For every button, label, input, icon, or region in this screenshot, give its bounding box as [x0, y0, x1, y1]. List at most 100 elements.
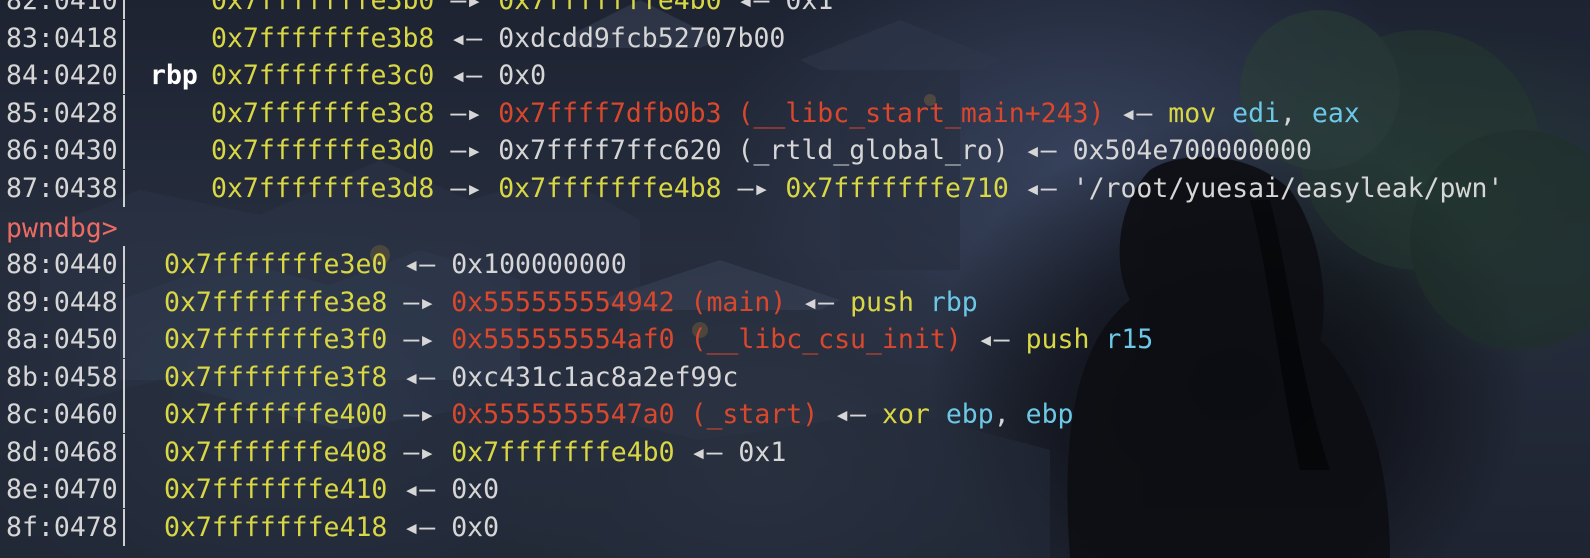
chain-segment: ◂— — [1008, 172, 1073, 204]
pointed-value: 0x0 — [498, 60, 547, 91]
pointed-value: 0x5555555547a0 (_start) — [451, 399, 819, 430]
pointer-arrow: —▸ — [387, 436, 452, 468]
stack-address: 0x7fffffffe418 — [164, 511, 388, 543]
chain-segment: ◂— — [786, 286, 851, 318]
column-separator — [123, 396, 125, 433]
pointer-arrow: ◂— — [387, 361, 452, 393]
pointer-arrow: —▸ — [434, 0, 499, 16]
stack-offset: 88:0440 — [6, 249, 118, 280]
pointed-value: 0x7ffff7ffc620 (_rtld_global_ro) — [498, 135, 1009, 166]
stack-entry: 0x7fffffffe3f8 ◂— 0xc431c1ac8a2ef99c — [164, 359, 738, 396]
stack-entry: 0x7fffffffe408 —▸ 0x7fffffffe4b0 ◂— 0x1 — [164, 434, 786, 471]
stack-address: 0x7fffffffe3c8 — [211, 97, 435, 129]
pointed-value: 0xdcdd9fcb52707b00 — [498, 22, 786, 54]
pointer-arrow: —▸ — [387, 324, 452, 355]
column-separator — [123, 283, 125, 321]
stack-entry: 0x7fffffffe3e0 ◂— 0x100000000 — [164, 246, 627, 283]
chain-segment: 0x7fffffffe710 — [785, 172, 1009, 204]
chain-segment: eax — [1311, 97, 1360, 129]
chain-segment: ◂— — [1104, 97, 1169, 129]
stack-offset: 84:0420 — [6, 60, 118, 91]
stack-address: 0x7fffffffe3b8 — [211, 22, 435, 54]
stack-address: 0x7fffffffe3f8 — [164, 361, 388, 393]
pointer-arrow: —▸ — [434, 97, 499, 129]
column-separator — [123, 132, 125, 169]
stack-offset: 86:0430 — [6, 135, 118, 166]
pointer-arrow: ◂— — [434, 22, 499, 54]
stack-offset: 83:0418 — [6, 22, 118, 54]
chain-segment: , — [1280, 97, 1312, 129]
stack-offset: 8e:0470 — [6, 474, 118, 505]
stack-entry: 0x7fffffffe400 —▸ 0x5555555547a0 (_start… — [164, 396, 1073, 433]
stack-address: 0x7fffffffe3d0 — [211, 135, 435, 166]
pwndbg-prompt-line[interactable]: pwndbg> — [0, 210, 118, 247]
column-separator — [123, 0, 125, 19]
stack-entry: 0x7fffffffe3c8 —▸ 0x7ffff7dfb0b3 (__libc… — [211, 95, 1360, 132]
pointer-arrow: —▸ — [387, 286, 452, 318]
stack-entry: 0x7fffffffe418 ◂— 0x0 — [164, 509, 499, 546]
stack-entry: 0x7fffffffe3b8 ◂— 0xdcdd9fcb52707b00 — [211, 20, 785, 57]
column-separator — [123, 358, 125, 396]
stack-entry: 0x7fffffffe3d8 —▸ 0x7fffffffe4b8 —▸ 0x7f… — [211, 170, 1503, 207]
pointed-value: 0x7ffff7dfb0b3 (__libc_start_main+243) — [498, 97, 1105, 129]
column-separator — [123, 471, 125, 508]
chain-segment: '/root/yuesai/easyleak/pwn' — [1072, 172, 1504, 204]
stack-address: 0x7fffffffe3c0 — [211, 60, 435, 91]
terminal-window[interactable]: 82:0410 0x7fffffffe3b0 —▸ 0x7fffffffe4b0 … — [0, 0, 1590, 558]
pointed-value: 0x0 — [451, 511, 500, 543]
column-separator — [123, 321, 125, 358]
pointer-arrow: —▸ — [387, 399, 452, 430]
stack-offset: 87:0438 — [6, 172, 118, 204]
chain-segment: xor — [881, 399, 946, 430]
register-label: rbp — [150, 60, 198, 91]
stack-offset: 8a:0450 — [6, 324, 118, 355]
stack-entry: 0x7fffffffe3c0 ◂— 0x0 — [211, 57, 546, 94]
stack-address: 0x7fffffffe3e8 — [164, 286, 388, 318]
stack-address: 0x7fffffffe400 — [164, 399, 388, 430]
pointed-value: 0x7fffffffe4b0 — [451, 436, 675, 468]
stack-address: 0x7fffffffe3e0 — [164, 249, 388, 280]
column-separator — [123, 19, 125, 57]
column-separator — [123, 94, 125, 132]
chain-segment: , — [993, 399, 1026, 430]
chain-segment: 0x504e700000000 — [1072, 135, 1312, 166]
pointer-arrow: ◂— — [434, 60, 499, 91]
stack-address: 0x7fffffffe3d8 — [211, 172, 435, 204]
pointer-arrow: —▸ — [434, 172, 499, 204]
chain-segment: ebp — [1025, 399, 1074, 430]
pointed-value: 0x100000000 — [451, 249, 627, 280]
pointer-arrow: —▸ — [434, 135, 499, 166]
stack-entry: 0x7fffffffe3b0 —▸ 0x7fffffffe4b0 ◂— 0x1 — [211, 0, 833, 19]
chain-segment: 0x1 — [785, 0, 834, 16]
chain-segment: push — [850, 286, 930, 318]
stack-entry: 0x7fffffffe3d0 —▸ 0x7ffff7ffc620 (_rtld_… — [211, 132, 1312, 169]
pointer-arrow: ◂— — [387, 249, 452, 280]
stack-offset: 8d:0468 — [6, 436, 118, 468]
stack-offset: 89:0448 — [6, 286, 118, 318]
pointed-value: 0x0 — [451, 474, 500, 505]
stack-offset: 8f:0478 — [6, 511, 118, 543]
column-separator — [123, 246, 125, 283]
stack-entry: 0x7fffffffe3e8 —▸ 0x555555554942 (main) … — [164, 284, 978, 321]
chain-segment: ◂— — [721, 0, 786, 16]
stack-address: 0x7fffffffe3b0 — [211, 0, 435, 16]
stack-entry: 0x7fffffffe3f0 —▸ 0x555555554af0 (__libc… — [164, 321, 1153, 358]
chain-segment: —▸ — [721, 172, 786, 204]
stack-offset: 8b:0458 — [6, 361, 118, 393]
chain-segment: mov — [1168, 97, 1233, 129]
chain-segment: rbp — [929, 286, 978, 318]
pointer-arrow: ◂— — [387, 511, 452, 543]
chain-segment: 0x1 — [738, 436, 787, 468]
column-separator — [123, 508, 125, 546]
pointed-value: 0x7fffffffe4b0 — [498, 0, 722, 16]
chain-segment: push — [1025, 324, 1106, 355]
pwndbg-prompt: pwndbg> — [6, 213, 118, 244]
stack-address: 0x7fffffffe3f0 — [164, 324, 388, 355]
pointed-value: 0x555555554af0 (__libc_csu_init) — [451, 324, 962, 355]
chain-segment: ebp — [945, 399, 994, 430]
pointed-value: 0xc431c1ac8a2ef99c — [451, 361, 739, 393]
stack-offset: 8c:0460 — [6, 399, 118, 430]
column-separator — [123, 433, 125, 471]
stack-offset: 85:0428 — [6, 97, 118, 129]
chain-segment: ◂— — [818, 399, 882, 430]
